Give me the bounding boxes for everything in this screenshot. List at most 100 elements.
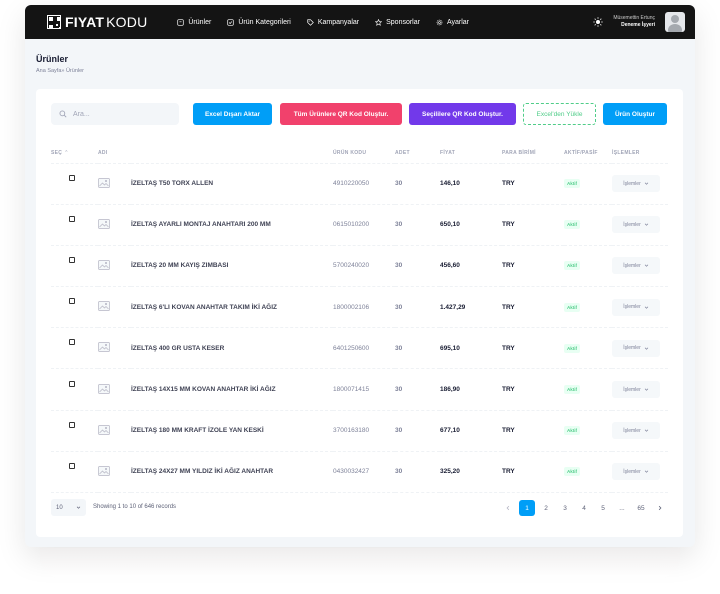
products-table: SEÇ ⌃ ADI ÜRÜN KODU ADET FİYAT PARA BİRİM… [51,143,668,494]
product-price: 146,10 [440,180,460,188]
th-currency[interactable]: PARA BİRİMİ [502,143,564,164]
row-checkbox[interactable] [69,174,75,181]
actions-dropdown-button[interactable]: İşlemler [612,175,660,193]
cell-status: Aktif [564,368,612,411]
cell-image [98,204,131,246]
th-status[interactable]: AKTİF/PASİF [564,143,612,164]
nav-item-products[interactable]: Ürünler [177,19,211,26]
nav-label: Ürün Kategorileri [238,18,291,26]
row-checkbox[interactable] [69,215,75,222]
chevron-right-icon [658,505,662,511]
row-checkbox[interactable] [69,380,75,387]
image-placeholder-icon [98,301,110,312]
cell-code: 1800071415 [333,368,395,411]
cell-price: 325,20 [440,451,502,494]
th-select[interactable]: SEÇ ⌃ [51,143,98,164]
page-button[interactable]: 2 [538,500,554,516]
box-icon [177,18,185,26]
product-code: 1800002106 [333,303,370,311]
cell-code: 0615010200 [333,204,395,246]
avatar[interactable] [665,12,685,32]
page-button[interactable]: 1 [519,500,535,516]
nav-item-sponsors[interactable]: Sponsorlar [375,18,420,26]
actions-dropdown-button[interactable]: İşlemler [612,298,660,316]
th-qty[interactable]: ADET [395,143,440,164]
create-product-button[interactable]: Ürün Oluştur [603,103,667,125]
cell-code: 1800002106 [333,286,395,329]
product-name[interactable]: İZELTAŞ T50 TORX ALLEN [131,180,213,187]
page-button[interactable]: 5 [595,500,611,516]
product-qty: 30 [395,303,403,311]
nav-label: Kampanyalar [317,18,360,26]
cell-select [51,286,98,329]
actions-dropdown-button[interactable]: İşlemler [612,216,660,234]
product-price: 1.427,29 [440,303,466,311]
page-button[interactable]: 65 [633,500,649,516]
cell-select [51,204,98,246]
all-qr-button[interactable]: Tüm Ürünlere QR Kod Oluştur. [280,103,402,125]
prev-page-button[interactable] [500,500,516,516]
th-name[interactable]: ADI [98,143,300,164]
product-name[interactable]: İZELTAŞ 24X27 MM YILDIZ İKİ AĞIZ ANAHTAR [131,468,273,475]
product-qty: 30 [395,221,403,229]
image-placeholder-icon [98,218,110,229]
actions-dropdown-button[interactable]: İşlemler [612,339,660,357]
theme-toggle-icon[interactable] [593,17,604,27]
toolbar: Excel Dışarı Aktar Tüm Ürünlere QR Kod O… [51,103,668,125]
selected-qr-button[interactable]: Seçililere QR Kod Oluştur. [409,103,516,125]
status-badge: Aktif [564,220,580,230]
actions-dropdown-button[interactable]: İşlemler [612,381,660,399]
page-button[interactable]: 4 [576,500,592,516]
brand-light: KODU [106,14,148,30]
row-checkbox[interactable] [69,298,75,305]
nav-item-categories[interactable]: Ürün Kategorileri [227,19,291,26]
cell-status: Aktif [564,204,612,246]
nav-item-settings[interactable]: Ayarlar [436,19,469,26]
product-qty: 30 [395,427,403,435]
status-badge: Aktif [564,467,580,477]
excel-upload-button[interactable]: Excel'den Yükle [523,103,596,125]
product-name[interactable]: İZELTAŞ 180 MM KRAFT İZOLE YAN KESKİ [131,427,264,434]
th-code[interactable]: ÜRÜN KODU [333,143,395,164]
cell-price: 146,10 [440,163,502,205]
table-row: İZELTAŞ 24X27 MM YILDIZ İKİ AĞIZ ANAHTAR… [51,451,668,494]
cell-actions: İşlemler [612,327,668,370]
cell-name: İZELTAŞ 24X27 MM YILDIZ İKİ AĞIZ ANAHTAR [131,451,333,494]
next-page-button[interactable] [652,500,668,516]
cell-code: 3700163180 [333,410,395,452]
image-placeholder-icon [98,424,110,435]
row-checkbox[interactable] [69,339,75,346]
actions-dropdown-button[interactable]: İşlemler [612,463,660,481]
cell-select [51,368,98,411]
actions-label: İşlemler [623,427,641,434]
actions-dropdown-button[interactable]: İşlemler [612,422,660,440]
table-row: İZELTAŞ T50 TORX ALLEN 4910220050 30 146… [51,163,668,205]
cell-qty: 30 [395,245,440,288]
product-code: 5700240020 [333,262,370,270]
product-name[interactable]: İZELTAŞ 20 MM KAYIŞ ZIMBASI [131,262,228,269]
row-checkbox[interactable] [69,256,75,263]
brand-logo[interactable]: FIYAT KODU [47,14,147,30]
cell-qty: 30 [395,451,440,494]
product-name[interactable]: İZELTAŞ 6'LI KOVAN ANAHTAR TAKIM İKİ AĞI… [131,304,277,311]
page-size-select[interactable]: 10 [51,499,86,516]
cell-actions: İşlemler [612,245,668,288]
excel-export-button[interactable]: Excel Dışarı Aktar [193,103,272,125]
th-price[interactable]: FİYAT [440,143,502,164]
product-name[interactable]: İZELTAŞ 14X15 MM KOVAN ANAHTAR İKİ AĞIZ [131,386,276,393]
cell-price: 695,10 [440,327,502,370]
cell-name: İZELTAŞ 14X15 MM KOVAN ANAHTAR İKİ AĞIZ [131,368,333,411]
search-input[interactable] [73,110,173,118]
cell-name: İZELTAŞ 400 GR USTA KESER [131,327,333,370]
user-info[interactable]: Müsemettin Ertunç Deneme İşyeri [613,15,655,29]
actions-dropdown-button[interactable]: İşlemler [612,257,660,275]
cell-status: Aktif [564,163,612,205]
product-name[interactable]: İZELTAŞ 400 GR USTA KESER [131,345,224,352]
cell-status: Aktif [564,410,612,452]
page-button[interactable]: 3 [557,500,573,516]
row-checkbox[interactable] [69,421,75,428]
nav-item-campaigns[interactable]: Kampanyalar [307,19,359,26]
product-name[interactable]: İZELTAŞ AYARLI MONTAJ ANAHTARI 200 MM [131,221,271,228]
row-checkbox[interactable] [69,462,75,469]
pagination: 1 2 3 4 5... 65 [500,500,668,516]
